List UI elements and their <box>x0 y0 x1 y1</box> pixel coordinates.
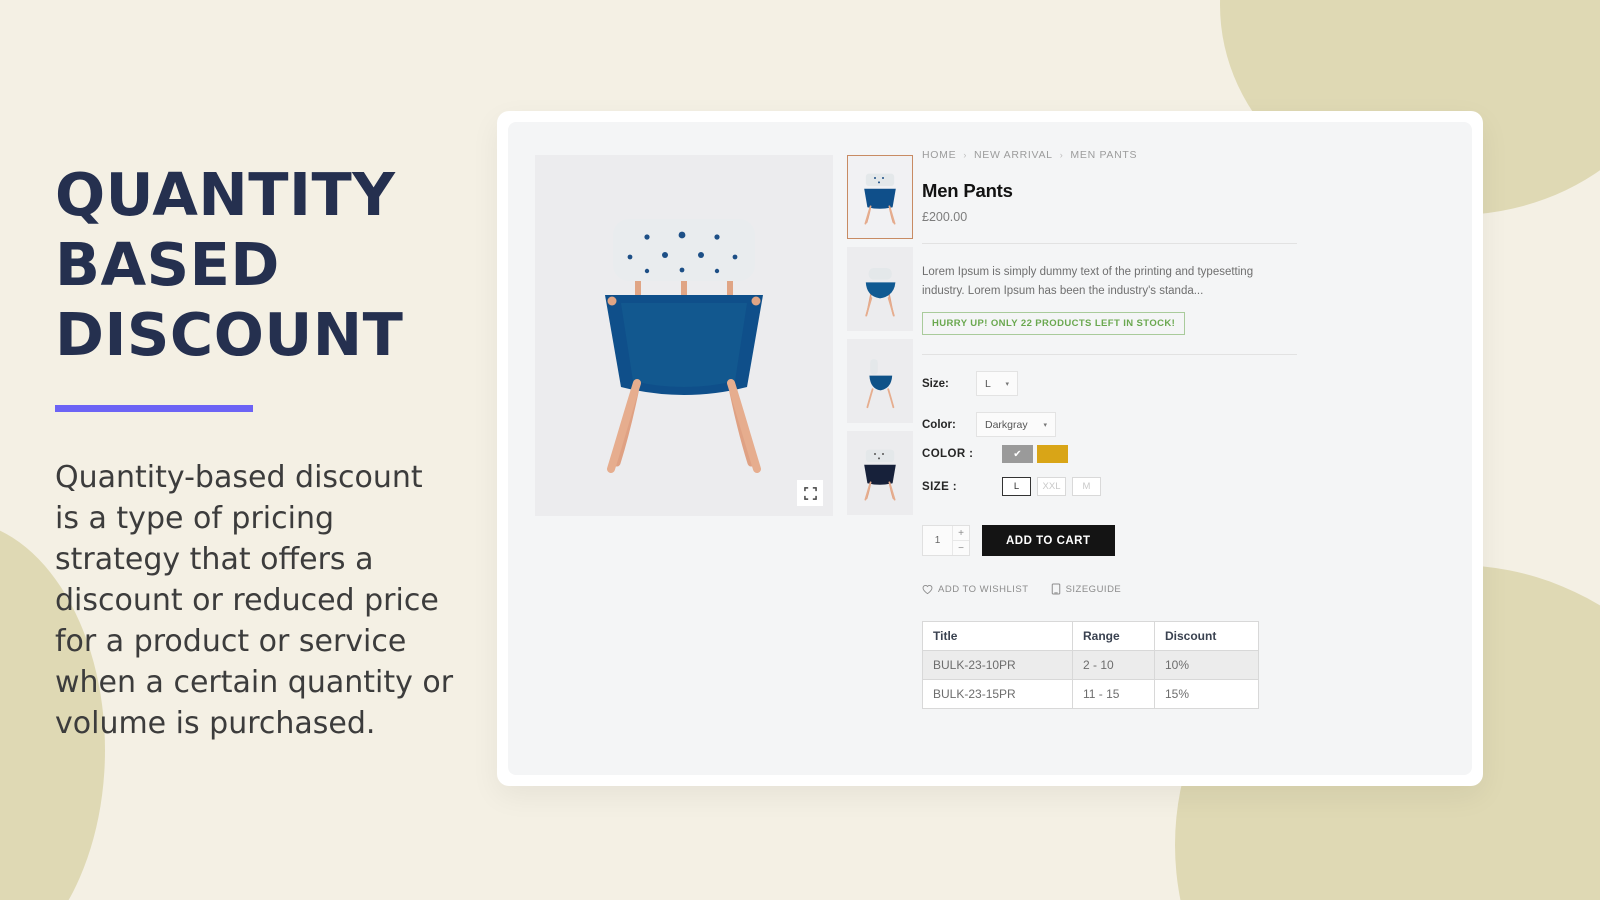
product-gallery <box>535 155 833 516</box>
product-description: Lorem Ipsum is simply dummy text of the … <box>922 266 1254 297</box>
chair-illustration <box>605 218 763 473</box>
size-dropdown-row: Size: L ▾ <box>922 371 1452 396</box>
size-chip-xxl[interactable]: XXL <box>1037 477 1066 496</box>
divider-bottom <box>922 354 1297 355</box>
discount-table-head: Title Range Discount <box>922 621 1259 651</box>
product-title: Men Pants <box>922 180 1013 201</box>
chevron-down-icon: ▾ <box>1005 380 1009 388</box>
size-chip-row: SIZE : L XXL M <box>922 477 1452 496</box>
stock-badge: HURRY UP! ONLY 22 PRODUCTS LEFT IN STOCK… <box>922 312 1186 335</box>
add-to-wishlist-label: ADD TO WISHLIST <box>938 583 1029 595</box>
breadcrumb-item-new-arrival[interactable]: NEW ARRIVAL <box>974 149 1053 161</box>
color-dropdown-row: Color: Darkgray ▾ <box>922 412 1452 437</box>
size-dropdown-label: Size: <box>922 377 949 390</box>
table-row: BULK-23-10PR 2 - 10 10% <box>922 650 1259 680</box>
quantity-stepper: + − <box>922 525 970 556</box>
add-to-cart-button[interactable]: ADD TO CART <box>982 525 1115 556</box>
sizeguide-label: SIZEGUIDE <box>1065 583 1122 595</box>
product-card: HOME › NEW ARRIVAL › MEN PANTS Men Pants… <box>497 111 1483 786</box>
product-price: £200.00 <box>922 210 968 224</box>
chair-thumb-front <box>864 173 896 225</box>
breadcrumb: HOME › NEW ARRIVAL › MEN PANTS <box>922 149 1452 161</box>
discount-table: Title Range Discount BULK-23-10PR 2 - 10… <box>922 621 1259 709</box>
quantity-input[interactable] <box>923 526 952 555</box>
color-swatches: ✔ <box>1002 445 1068 463</box>
hero-section: QUANTITY BASED DISCOUNT Quantity-based d… <box>55 160 455 744</box>
thumbnail-2[interactable] <box>847 247 913 331</box>
quantity-decrement-button[interactable]: − <box>953 541 969 555</box>
purchase-row: + − ADD TO CART <box>922 525 1452 556</box>
cell-discount: 10% <box>1154 650 1259 680</box>
color-swatch-gold[interactable] <box>1037 445 1068 463</box>
product-card-inner: HOME › NEW ARRIVAL › MEN PANTS Men Pants… <box>508 122 1472 775</box>
size-select[interactable]: L ▾ <box>976 371 1018 396</box>
size-chip-m[interactable]: M <box>1072 477 1101 496</box>
size-chips: L XXL M <box>1002 477 1101 496</box>
add-to-wishlist-button[interactable]: ADD TO WISHLIST <box>922 584 1029 595</box>
cell-range: 11 - 15 <box>1072 679 1155 709</box>
color-swatch-row: COLOR : ✔ <box>922 445 1452 463</box>
chair-thumb-angled <box>865 268 896 317</box>
breadcrumb-separator: › <box>963 150 968 160</box>
quantity-increment-button[interactable]: + <box>953 526 969 541</box>
page-title: QUANTITY BASED DISCOUNT <box>55 160 404 369</box>
color-attribute-label: COLOR : <box>922 448 974 460</box>
sizeguide-icon <box>1051 583 1060 595</box>
chair-thumb-dark <box>864 449 896 501</box>
title-accent-bar <box>55 405 253 412</box>
discount-table-body: BULK-23-10PR 2 - 10 10% BULK-23-15PR 11 … <box>922 650 1259 709</box>
color-swatch-darkgray[interactable]: ✔ <box>1002 445 1033 463</box>
size-select-value: L <box>985 377 991 390</box>
thumbnail-1[interactable] <box>847 155 913 239</box>
table-header-row: Title Range Discount <box>922 621 1259 651</box>
column-header-title: Title <box>922 621 1073 651</box>
thumbnail-4[interactable] <box>847 431 913 515</box>
size-chip-l[interactable]: L <box>1002 477 1031 496</box>
cell-range: 2 - 10 <box>1072 650 1155 680</box>
cell-title: BULK-23-15PR <box>922 679 1073 709</box>
column-header-range: Range <box>1072 621 1155 651</box>
thumbnail-list <box>847 155 913 515</box>
breadcrumb-item-home[interactable]: HOME <box>922 149 956 161</box>
chevron-down-icon: ▾ <box>1043 421 1047 429</box>
main-product-image[interactable] <box>535 155 833 516</box>
cell-discount: 15% <box>1154 679 1259 709</box>
product-details: HOME › NEW ARRIVAL › MEN PANTS Men Pants… <box>922 149 1452 709</box>
breadcrumb-separator: › <box>1059 150 1064 160</box>
expand-icon-glyph <box>803 486 817 500</box>
cell-title: BULK-23-10PR <box>922 650 1073 680</box>
expand-icon[interactable] <box>797 480 823 506</box>
color-select[interactable]: Darkgray ▾ <box>976 412 1056 437</box>
thumbnail-3[interactable] <box>847 339 913 423</box>
product-meta-links: ADD TO WISHLIST SIZEGUIDE <box>922 583 1452 595</box>
quantity-buttons: + − <box>952 526 969 555</box>
chair-thumb-side <box>866 359 895 409</box>
size-attribute-label: SIZE : <box>922 480 957 493</box>
color-select-value: Darkgray <box>985 418 1028 431</box>
check-icon: ✔ <box>1013 448 1022 460</box>
breadcrumb-item-men-pants[interactable]: MEN PANTS <box>1070 149 1137 161</box>
color-dropdown-label: Color: <box>922 418 956 431</box>
heart-icon <box>922 584 933 594</box>
column-header-discount: Discount <box>1154 621 1259 651</box>
divider-top <box>922 243 1297 244</box>
table-row: BULK-23-15PR 11 - 15 15% <box>922 679 1259 709</box>
sizeguide-button[interactable]: SIZEGUIDE <box>1051 583 1122 595</box>
hero-description: Quantity-based discount is a type of pri… <box>55 460 454 741</box>
